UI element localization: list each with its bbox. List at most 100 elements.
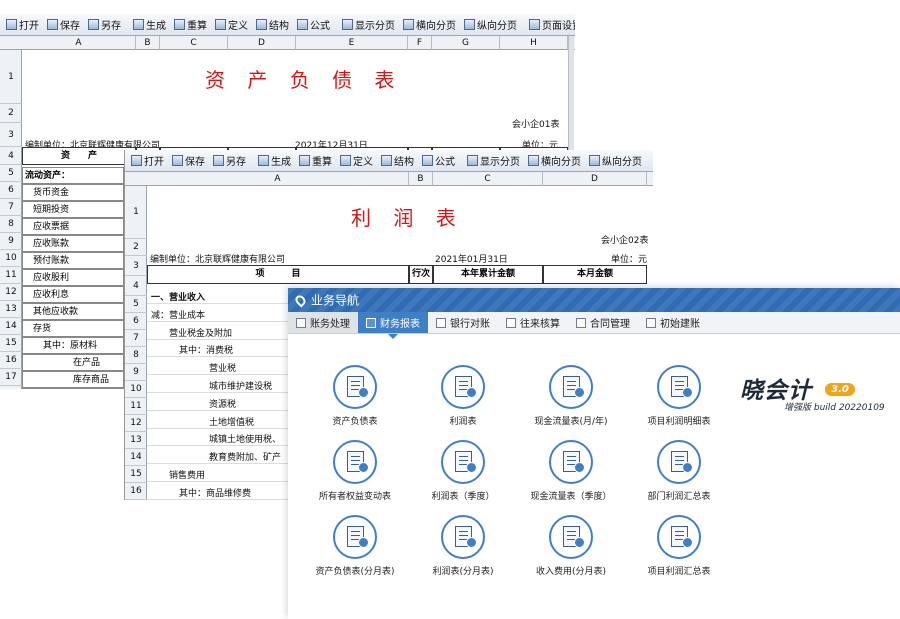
row-header-12[interactable]: 12: [0, 284, 22, 301]
toolbar-button-4[interactable]: 重算: [295, 152, 336, 170]
toolbar-button-4[interactable]: 重算: [170, 16, 211, 34]
profit-item-3[interactable]: 其中：消费税: [179, 343, 233, 356]
profit-item-5[interactable]: 城市维护建设税: [209, 379, 272, 392]
toolbar-button-0[interactable]: 打开: [127, 152, 168, 170]
nav-tab-0[interactable]: 账务处理: [288, 312, 358, 333]
toolbar-button-2[interactable]: 另存: [209, 152, 250, 170]
balance-item-2[interactable]: 短期投资: [22, 201, 124, 218]
balance-item-8[interactable]: 其他应收款: [22, 303, 124, 320]
row-header-11[interactable]: 11: [0, 267, 22, 284]
balance-item-10[interactable]: 其中：原材料: [22, 337, 124, 354]
row-header-5[interactable]: 5: [0, 165, 22, 182]
balance-item-7[interactable]: 应收利息: [22, 286, 124, 303]
row-header-12[interactable]: 12: [125, 415, 147, 432]
report-item-8[interactable]: 资产负债表(分月表): [300, 515, 410, 585]
profit-item-7[interactable]: 土地增值税: [209, 415, 254, 428]
profit-item-8[interactable]: 城镇土地使用税、: [209, 432, 281, 445]
row-header-5[interactable]: 5: [125, 296, 147, 313]
row-header-7[interactable]: 7: [0, 199, 22, 216]
row-header-3[interactable]: 3: [0, 123, 22, 147]
toolbar-button-10[interactable]: 纵向分页: [460, 16, 521, 34]
row-header-18[interactable]: 18: [0, 386, 22, 389]
row-header-14[interactable]: 14: [0, 318, 22, 335]
balance-item-12[interactable]: 库存商品: [22, 371, 124, 388]
row-header-9[interactable]: 9: [125, 364, 147, 381]
row-header-13[interactable]: 13: [0, 301, 22, 318]
row-header-6[interactable]: 6: [0, 182, 22, 199]
balance-item-4[interactable]: 应收账款: [22, 235, 124, 252]
row-header-15[interactable]: 15: [125, 466, 147, 483]
nav-tab-4[interactable]: 合同管理: [568, 312, 638, 333]
report-item-11[interactable]: 项目利润汇总表: [624, 515, 734, 585]
profit-item-10[interactable]: 销售费用: [169, 468, 205, 481]
row-header-3[interactable]: 3: [125, 256, 147, 276]
toolbar-button-8[interactable]: 显示分页: [463, 152, 524, 170]
nav-tab-1[interactable]: 财务报表: [358, 312, 428, 333]
row-header-8[interactable]: 8: [125, 347, 147, 364]
toolbar-button-6[interactable]: 结构: [377, 152, 418, 170]
column-header-D[interactable]: D: [228, 36, 296, 50]
column-header-A[interactable]: A: [147, 172, 409, 186]
toolbar-button-7[interactable]: 公式: [418, 152, 459, 170]
toolbar-button-11[interactable]: 页面设置: [650, 152, 653, 170]
toolbar-button-5[interactable]: 定义: [211, 16, 252, 34]
balance-item-0[interactable]: 流动资产：: [22, 167, 124, 184]
report-item-2[interactable]: 现金流量表(月/年): [516, 365, 626, 435]
row-header-15[interactable]: 15: [0, 335, 22, 352]
row-header-2[interactable]: 2: [0, 104, 22, 123]
column-header-H[interactable]: H: [500, 36, 568, 50]
balance-item-9[interactable]: 存货: [22, 320, 124, 337]
column-header-B[interactable]: B: [409, 172, 433, 186]
report-item-3[interactable]: 项目利润明细表: [624, 365, 734, 435]
toolbar-button-5[interactable]: 定义: [336, 152, 377, 170]
column-header-C[interactable]: C: [433, 172, 543, 186]
balance-item-13[interactable]: 周转材料: [22, 388, 124, 389]
toolbar-button-11[interactable]: 页面设置: [525, 16, 575, 34]
row-header-10[interactable]: 10: [0, 250, 22, 267]
toolbar-button-7[interactable]: 公式: [293, 16, 334, 34]
row-header-17[interactable]: 17: [0, 369, 22, 386]
report-item-9[interactable]: 利润表(分月表): [408, 515, 518, 585]
row-header-16[interactable]: 16: [125, 483, 147, 500]
column-header-C[interactable]: C: [160, 36, 228, 50]
toolbar-button-1[interactable]: 保存: [43, 16, 84, 34]
row-header-6[interactable]: 6: [125, 313, 147, 330]
report-item-10[interactable]: 收入费用(分月表): [516, 515, 626, 585]
report-item-1[interactable]: 利润表: [408, 365, 518, 435]
row-header-10[interactable]: 10: [125, 381, 147, 398]
column-header-F[interactable]: F: [408, 36, 432, 50]
row-header-1[interactable]: 1: [125, 186, 147, 239]
report-item-4[interactable]: 所有者权益变动表: [300, 440, 410, 510]
profit-item-0[interactable]: 一、营业收入: [151, 290, 205, 303]
nav-tab-2[interactable]: 银行对账: [428, 312, 498, 333]
toolbar-button-2[interactable]: 另存: [84, 16, 125, 34]
toolbar-button-8[interactable]: 显示分页: [338, 16, 399, 34]
row-header-4[interactable]: 4: [0, 147, 22, 165]
balance-item-11[interactable]: 在产品: [22, 354, 124, 371]
row-header-4[interactable]: 4: [125, 276, 147, 296]
column-header-A[interactable]: A: [22, 36, 136, 50]
profit-item-4[interactable]: 营业税: [209, 361, 236, 374]
balance-item-1[interactable]: 货币资金: [22, 184, 124, 201]
profit-item-9[interactable]: 教育费附加、矿产: [209, 450, 281, 463]
column-header-G[interactable]: G: [432, 36, 500, 50]
balance-item-5[interactable]: 预付账款: [22, 252, 124, 269]
toolbar-button-10[interactable]: 纵向分页: [585, 152, 646, 170]
row-header-14[interactable]: 14: [125, 449, 147, 466]
row-header-2[interactable]: 2: [125, 239, 147, 256]
column-header-E[interactable]: E: [296, 36, 408, 50]
toolbar-button-3[interactable]: 生成: [254, 152, 295, 170]
row-header-8[interactable]: 8: [0, 216, 22, 233]
column-header-D[interactable]: D: [543, 172, 647, 186]
report-item-6[interactable]: 现金流量表（季度）: [516, 440, 626, 510]
toolbar-button-0[interactable]: 打开: [2, 16, 43, 34]
report-item-0[interactable]: 资产负债表: [300, 365, 410, 435]
row-header-9[interactable]: 9: [0, 233, 22, 250]
nav-tab-5[interactable]: 初始建账: [638, 312, 708, 333]
profit-item-6[interactable]: 资源税: [209, 397, 236, 410]
toolbar-button-9[interactable]: 横向分页: [524, 152, 585, 170]
nav-tab-3[interactable]: 往来核算: [498, 312, 568, 333]
row-header-7[interactable]: 7: [125, 330, 147, 347]
row-header-11[interactable]: 11: [125, 398, 147, 415]
balance-item-6[interactable]: 应收股利: [22, 269, 124, 286]
